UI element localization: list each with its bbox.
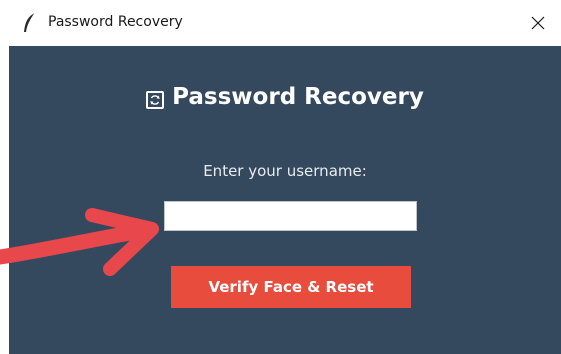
window-title: Password Recovery bbox=[48, 14, 183, 30]
page-heading: Password Recovery bbox=[9, 84, 561, 110]
username-input[interactable] bbox=[164, 201, 417, 231]
title-bar: Password Recovery bbox=[0, 0, 561, 46]
username-prompt: Enter your username: bbox=[203, 162, 367, 180]
close-button[interactable] bbox=[515, 0, 561, 46]
recovery-panel: Password Recovery Enter your username: V… bbox=[9, 46, 561, 354]
refresh-icon bbox=[146, 91, 165, 109]
feather-icon bbox=[24, 12, 36, 32]
page-title: Password Recovery bbox=[172, 84, 424, 110]
verify-face-reset-button[interactable]: Verify Face & Reset bbox=[171, 266, 411, 308]
close-icon bbox=[531, 16, 545, 30]
